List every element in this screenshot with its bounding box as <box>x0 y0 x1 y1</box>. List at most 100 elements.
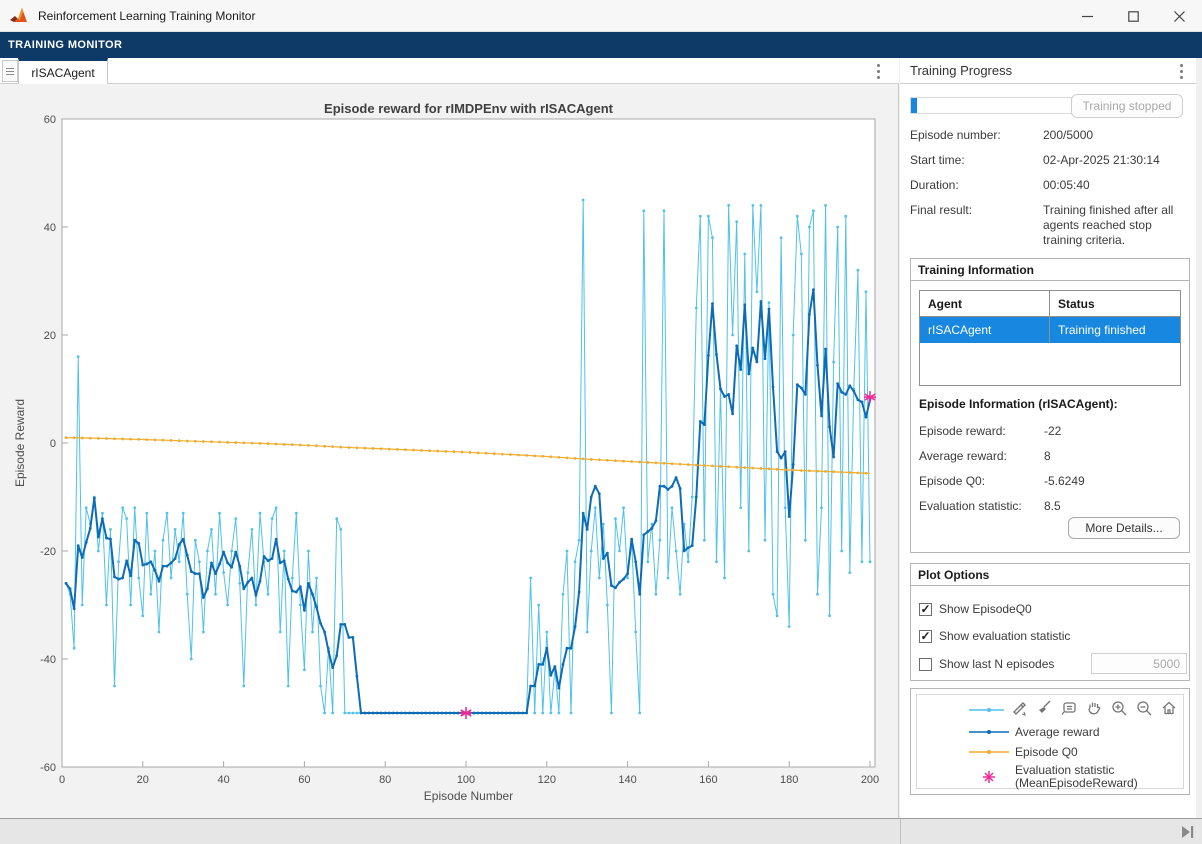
x-tick-label: 40 <box>217 774 229 786</box>
evaluation-statistic-marker-sample <box>969 770 1009 784</box>
x-tick-label: 0 <box>59 774 65 786</box>
datatips-icon[interactable] <box>1058 698 1079 718</box>
document-actions-kebab-icon[interactable] <box>871 61 885 81</box>
field-label: Average reward: <box>919 449 1007 463</box>
field-value: 00:05:40 <box>1043 178 1186 193</box>
field-value: 200/5000 <box>1043 128 1186 143</box>
legend-label: Episode Q0 <box>1015 745 1078 759</box>
axes-toolbar <box>1004 697 1179 719</box>
show-episodeq0-option: ✓ Show EpisodeQ0 <box>919 601 1032 617</box>
show-episodeq0-checkbox[interactable]: ✓ <box>919 603 932 616</box>
x-tick-label: 100 <box>457 774 475 786</box>
x-tick-label: 120 <box>538 774 556 786</box>
checkbox-label: Show EpisodeQ0 <box>939 602 1032 616</box>
training-stopped-button[interactable]: Training stopped <box>1071 94 1183 118</box>
field-label: Final result: <box>910 203 972 218</box>
x-tick-label: 180 <box>780 774 798 786</box>
show-last-n-episodes-option: Show last N episodes <box>919 656 1054 672</box>
legend-panel: Episode reward Average reward Episode Q0… <box>910 688 1190 795</box>
panel-actions-kebab-icon[interactable] <box>1174 61 1188 81</box>
field-label: Episode number: <box>910 128 1001 143</box>
field-label: Evaluation statistic: <box>919 499 1022 513</box>
plot-options-title: Plot Options <box>911 564 1189 586</box>
ribbon-tab-training-monitor[interactable]: TRAINING MONITOR <box>8 39 122 51</box>
legend-item-episode-q0: Episode Q0 <box>969 745 1078 759</box>
x-tick-label: 80 <box>379 774 391 786</box>
export-icon[interactable] <box>1008 698 1029 718</box>
skip-to-end-icon[interactable] <box>1181 824 1195 840</box>
maximize-button[interactable] <box>1110 0 1156 32</box>
toolstrip-ribbon: TRAINING MONITOR <box>0 32 1202 58</box>
window-edge-strip <box>1196 58 1202 844</box>
zoom-in-icon[interactable] <box>1108 698 1129 718</box>
field-label: Episode Q0: <box>919 474 985 488</box>
minimize-button[interactable] <box>1064 0 1110 32</box>
show-last-n-episodes-checkbox[interactable] <box>919 658 932 671</box>
x-tick-label: 60 <box>298 774 310 786</box>
episode-information-title: Episode Information (rISACAgent): <box>919 397 1118 411</box>
panel-divider <box>900 819 901 844</box>
app-window: { "window": { "title": "Reinforcement Le… <box>0 0 1202 844</box>
average-reward-line-sample <box>969 725 1009 739</box>
matlab-logo-icon <box>10 7 30 25</box>
table-row[interactable]: rISACAgent Training finished <box>920 317 1180 343</box>
panel-header: Training Progress <box>900 58 1196 84</box>
legend-item-evaluation-statistic: Evaluation statistic(MeanEpisodeReward) <box>969 763 1138 791</box>
close-button[interactable] <box>1156 0 1202 32</box>
tab-risacagent[interactable]: rISACAgent <box>18 58 108 84</box>
field-value: -22 <box>1044 424 1061 438</box>
panel-title: Training Progress <box>910 63 1012 78</box>
field-value: 02-Apr-2025 21:30:14 <box>1043 153 1186 168</box>
y-tick-label: 40 <box>44 222 56 234</box>
zoom-out-icon[interactable] <box>1133 698 1154 718</box>
legend-label: Average reward <box>1015 725 1100 739</box>
more-details-button[interactable]: More Details... <box>1068 517 1180 539</box>
legend-label: Evaluation statistic(MeanEpisodeReward) <box>1015 764 1138 790</box>
training-progress-panel: Training Progress Training stopped Episo… <box>900 58 1196 818</box>
col-header-status: Status <box>1049 291 1180 316</box>
title-bar: Reinforcement Learning Training Monitor <box>0 0 1202 32</box>
x-tick-label: 20 <box>137 774 149 786</box>
x-tick-label: 140 <box>618 774 636 786</box>
document-tab-bar: rISACAgent <box>0 58 899 84</box>
checkbox-label: Show evaluation statistic <box>939 629 1070 643</box>
training-chart: 0 20 40 60 80 100 120 140 160 180 200 -60 -40 -20 0 20 4… <box>0 84 899 818</box>
legend-axes: Episode reward Average reward Episode Q0… <box>916 694 1184 789</box>
chart-title: Episode reward for rIMDPEnv with rISACAg… <box>324 101 614 116</box>
y-tick-label: -40 <box>40 654 56 666</box>
n-episodes-input[interactable] <box>1091 653 1187 674</box>
y-tick-label: 0 <box>50 438 56 450</box>
y-tick-label: -20 <box>40 546 56 558</box>
field-value: 8 <box>1044 449 1051 463</box>
horizontal-scrollbar[interactable] <box>0 818 1202 844</box>
pan-icon[interactable] <box>1083 698 1104 718</box>
training-progress-bar <box>910 97 1072 114</box>
x-tick-label: 160 <box>699 774 717 786</box>
window-title: Reinforcement Learning Training Monitor <box>38 9 255 23</box>
episode-q0-line-sample <box>969 745 1009 759</box>
brush-icon[interactable] <box>1033 698 1054 718</box>
show-evaluation-statistic-option: ✓ Show evaluation statistic <box>919 628 1070 644</box>
y-tick-label: -60 <box>40 762 56 774</box>
x-tick-label: 200 <box>861 774 879 786</box>
training-information-title: Training Information <box>911 259 1189 281</box>
agents-table: Agent Status rISACAgent Training finishe… <box>919 290 1181 386</box>
episode-reward-line-sample <box>969 703 1009 717</box>
document-drag-handle-icon[interactable] <box>2 60 18 82</box>
field-label: Duration: <box>910 178 959 193</box>
progress-fill <box>911 98 917 113</box>
field-value: 8.5 <box>1044 499 1061 513</box>
home-icon[interactable] <box>1158 698 1179 718</box>
col-header-agent: Agent <box>920 291 1049 316</box>
field-value: Training finished after all agents reach… <box>1043 203 1186 248</box>
x-axis-label: Episode Number <box>424 789 513 803</box>
field-value: -5.6249 <box>1044 474 1085 488</box>
y-axis-label: Episode Reward <box>13 399 27 487</box>
training-information-section: Training Information Agent Status rISACA… <box>910 258 1190 553</box>
agents-table-header: Agent Status <box>920 291 1180 317</box>
checkbox-label: Show last N episodes <box>939 657 1054 671</box>
y-tick-label: 20 <box>44 330 56 342</box>
plot-options-section: Plot Options ✓ Show EpisodeQ0 ✓ Show eva… <box>910 563 1190 681</box>
show-evaluation-statistic-checkbox[interactable]: ✓ <box>919 630 932 643</box>
cell-agent: rISACAgent <box>920 317 1049 343</box>
